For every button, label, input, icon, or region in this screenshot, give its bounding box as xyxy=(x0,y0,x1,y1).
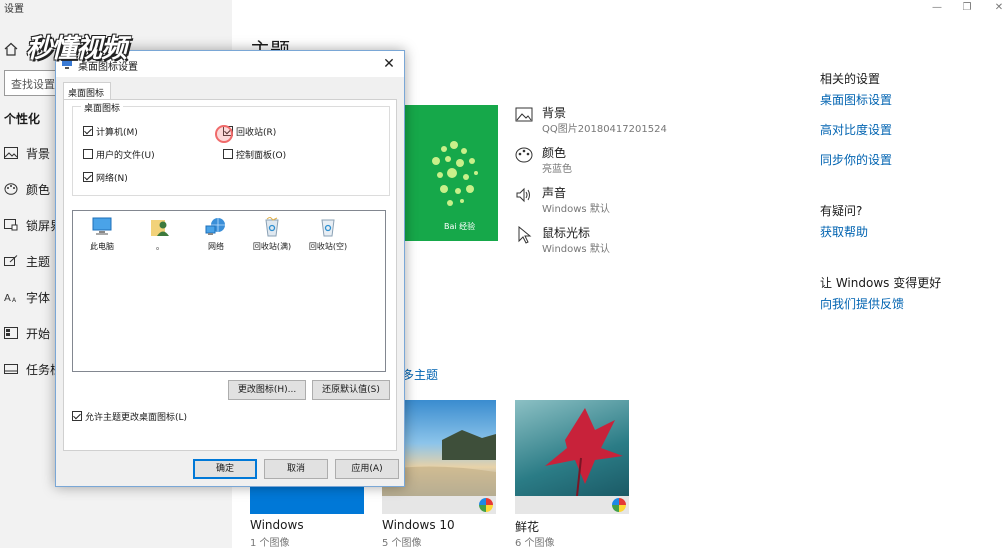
icon-item-label: 此电脑 xyxy=(90,242,114,251)
checkbox-box[interactable] xyxy=(83,126,93,136)
cursor-icon xyxy=(518,226,532,244)
theme-thumbnail xyxy=(515,400,629,496)
screen: 设置 查找设置 个性化 背景 颜色 锁屏界 主题 AA 字体 开始 任务栏 — … xyxy=(0,0,1008,548)
related-settings-heading: 相关的设置 xyxy=(820,72,881,86)
icon-item-recycle-bin-full[interactable]: 回收站(满) xyxy=(247,217,297,257)
network-icon xyxy=(205,218,225,235)
close-window-button[interactable]: ✕ xyxy=(984,2,1008,14)
sidebar-item-label: 背景 xyxy=(26,147,51,161)
checkbox-box[interactable] xyxy=(72,411,82,421)
cancel-button[interactable]: 取消 xyxy=(264,459,328,479)
tab-desktop-icons[interactable]: 桌面图标 xyxy=(63,82,111,100)
click-highlight xyxy=(215,125,233,143)
theme-prop-sound[interactable]: 声音 Windows 默认 xyxy=(515,184,775,220)
svg-text:A: A xyxy=(4,293,11,303)
sidebar-item-label: 字体 xyxy=(26,291,51,305)
theme-prop-name: 声音 xyxy=(542,186,567,200)
icon-item-recycle-bin-empty[interactable]: 回收站(空) xyxy=(303,217,353,257)
get-help-link[interactable]: 获取帮助 xyxy=(820,223,868,240)
lockscreen-icon xyxy=(4,219,18,231)
theme-name: Windows 10 xyxy=(382,518,455,532)
watermark-logo: 秒懂视频 xyxy=(26,34,127,64)
icon-item-user[interactable]: 。 xyxy=(135,217,185,257)
sidebar-item-label: 主题 xyxy=(26,255,51,269)
taskbar-icon xyxy=(4,364,18,374)
theme-count: 6 个图像 xyxy=(515,538,555,548)
checkbox-label: 计算机(M) xyxy=(96,128,138,138)
theme-preview: Bai 经验 xyxy=(404,105,498,241)
theme-prop-name: 背景 xyxy=(542,106,567,120)
theme-card-flowers[interactable]: 鲜花 6 个图像 xyxy=(515,400,629,548)
computer-icon xyxy=(92,217,112,235)
theme-name: 鲜花 xyxy=(515,520,540,534)
theme-prop-value: QQ图片20180417201524 xyxy=(542,124,667,135)
change-icon-button[interactable]: 更改图标(H)... xyxy=(228,380,306,400)
desktop-icon-list[interactable]: 此电脑 。 网络 回收站(满) 回收站(空) xyxy=(72,210,386,372)
sidebar-item-label: 颜色 xyxy=(26,183,51,197)
checkbox-box[interactable] xyxy=(83,172,93,182)
font-icon: AA xyxy=(4,293,17,303)
picture-icon xyxy=(515,107,533,122)
theme-prop-name: 颜色 xyxy=(542,146,567,160)
dialog-close-button[interactable]: ✕ xyxy=(380,55,398,73)
recycle-bin-full-icon xyxy=(265,217,279,237)
start-icon xyxy=(4,327,18,339)
group-label: 桌面图标 xyxy=(81,101,124,114)
speaker-icon xyxy=(516,187,530,203)
sync-settings-link[interactable]: 同步你的设置 xyxy=(820,151,892,168)
theme-name: Windows xyxy=(250,518,304,532)
desktop-icon-settings-link[interactable]: 桌面图标设置 xyxy=(820,91,892,108)
minimize-button[interactable]: — xyxy=(922,2,952,14)
theme-prop-value: 亮蓝色 xyxy=(542,164,572,175)
ok-button[interactable]: 确定 xyxy=(193,459,257,479)
theme-prop-color[interactable]: 颜色 亮蓝色 xyxy=(515,144,775,180)
palette-icon xyxy=(515,147,533,163)
theme-prop-cursor[interactable]: 鼠标光标 Windows 默认 xyxy=(515,224,775,260)
question-heading: 有疑问? xyxy=(820,204,863,218)
desktop-icon-settings-dialog: 桌面图标设置 ✕ 桌面图标 桌面图标 计算机(M) 回收站(R) 用户的文件(U… xyxy=(55,50,405,487)
theme-count: 5 个图像 xyxy=(382,538,422,548)
maximize-button[interactable]: ❐ xyxy=(952,2,982,14)
svg-text:A: A xyxy=(12,297,17,303)
theme-prop-name: 鼠标光标 xyxy=(542,226,591,240)
more-themes-link[interactable]: 多主题 xyxy=(402,366,438,383)
desktop-icons-group: 桌面图标 计算机(M) 回收站(R) 用户的文件(U) 控制面板(O) 网络(N… xyxy=(72,101,390,196)
checkbox-label: 用户的文件(U) xyxy=(96,151,155,161)
color-wheel-icon xyxy=(479,498,493,512)
checkbox-box[interactable] xyxy=(223,149,233,159)
apply-button[interactable]: 应用(A) xyxy=(335,459,399,479)
feedback-heading: 让 Windows 变得更好 xyxy=(820,276,942,290)
app-title: 设置 xyxy=(4,4,24,15)
home-icon[interactable] xyxy=(4,42,18,56)
nav-section-title: 个性化 xyxy=(4,112,41,126)
theme-prop-background[interactable]: 背景 QQ图片20180417201524 xyxy=(515,104,775,140)
feedback-link[interactable]: 向我们提供反馈 xyxy=(820,295,904,312)
icon-item-label: 回收站(空) xyxy=(308,242,348,251)
palette-icon xyxy=(4,183,18,195)
picture-icon xyxy=(4,147,18,159)
theme-prop-value: Windows 默认 xyxy=(542,244,610,255)
checkbox-label: 控制面板(O) xyxy=(236,151,287,161)
preview-brand: Bai 经验 xyxy=(444,222,476,231)
checkbox-label: 回收站(R) xyxy=(236,128,277,138)
high-contrast-link[interactable]: 高对比度设置 xyxy=(820,121,892,138)
color-wheel-icon xyxy=(612,498,626,512)
checkbox-label: 允许主题更改桌面图标(L) xyxy=(85,413,188,423)
theme-count: 1 个图像 xyxy=(250,538,290,548)
checkbox-label: 网络(N) xyxy=(96,174,128,184)
checkbox-box[interactable] xyxy=(83,149,93,159)
theme-color-bar xyxy=(250,496,364,514)
theme-prop-value: Windows 默认 xyxy=(542,204,610,215)
recycle-bin-empty-icon xyxy=(321,219,335,237)
dialog-panel: 桌面图标 计算机(M) 回收站(R) 用户的文件(U) 控制面板(O) 网络(N… xyxy=(63,99,397,451)
icon-item-network[interactable]: 网络 xyxy=(191,217,241,257)
icon-item-this-pc[interactable]: 此电脑 xyxy=(77,217,127,257)
restore-default-button[interactable]: 还原默认值(S) xyxy=(312,380,390,400)
sidebar-item-label: 开始 xyxy=(26,327,51,341)
theme-icon xyxy=(4,255,18,266)
user-icon xyxy=(151,220,169,236)
